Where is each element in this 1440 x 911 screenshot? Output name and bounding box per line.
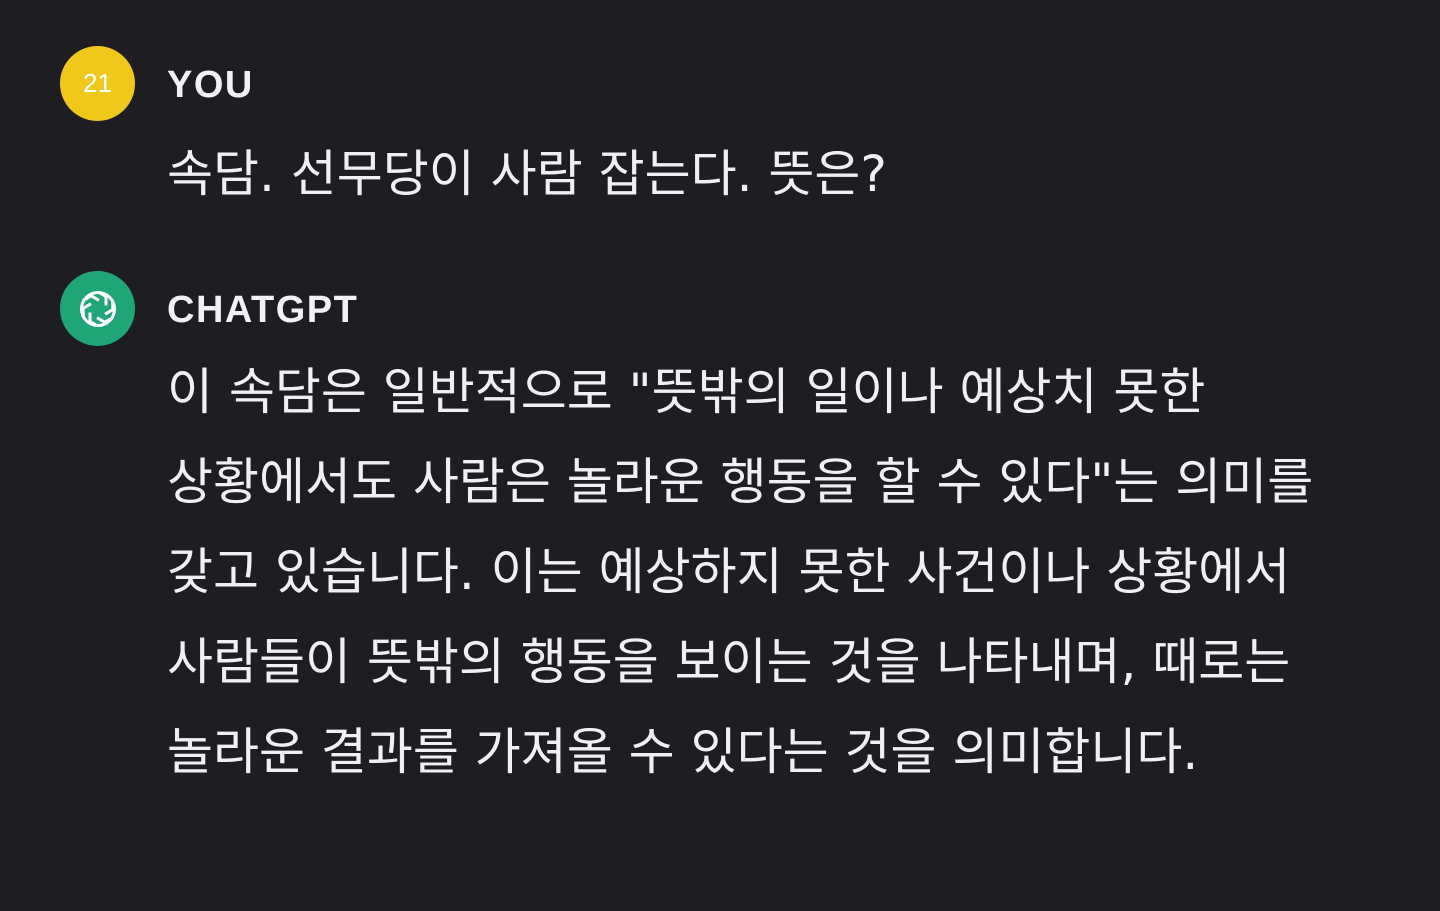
- openai-logo-icon: [79, 290, 116, 327]
- assistant-author-name: CHATGPT: [167, 289, 359, 331]
- user-author-name: YOU: [167, 64, 254, 106]
- user-avatar-label: 21: [83, 68, 112, 98]
- user-avatar: 21: [60, 46, 135, 121]
- assistant-avatar: [60, 271, 135, 346]
- user-message-text: 속담. 선무당이 사람 잡는다. 뜻은?: [167, 145, 887, 203]
- chat-conversation: 21 YOU 속담. 선무당이 사람 잡는다. 뜻은? CHATGPT 이 속담…: [0, 0, 1440, 911]
- assistant-message-text: 이 속담은 일반적으로 "뜻밖의 일이나 예상치 못한 상황에서도 사람은 놀라…: [167, 363, 1314, 781]
